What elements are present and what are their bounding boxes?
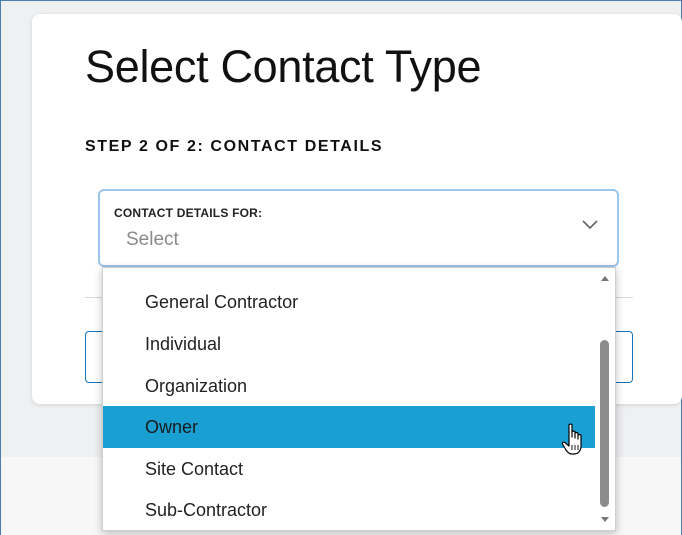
select-placeholder: Select	[126, 229, 179, 250]
dropdown-scrollbar[interactable]	[595, 268, 615, 530]
chevron-down-icon[interactable]	[581, 219, 599, 231]
option-organization[interactable]: Organization	[103, 365, 596, 407]
step-indicator: STEP 2 OF 2: CONTACT DETAILS	[85, 138, 384, 155]
scroll-up-icon[interactable]	[601, 276, 609, 281]
option-owner[interactable]: Owner	[103, 406, 596, 448]
option-general-contractor[interactable]: General Contractor	[103, 281, 596, 323]
dialog-title: Select Contact Type	[85, 41, 482, 92]
option-site-contact[interactable]: Site Contact	[103, 448, 596, 490]
scroll-down-icon[interactable]	[601, 517, 609, 522]
scrollbar-thumb[interactable]	[600, 340, 609, 507]
select-label: CONTACT DETAILS FOR:	[114, 206, 263, 220]
contact-type-dropdown[interactable]: General Contractor Individual Organizati…	[102, 267, 616, 531]
hand-cursor-icon	[561, 423, 582, 455]
option-individual[interactable]: Individual	[103, 323, 596, 365]
contact-details-select[interactable]: CONTACT DETAILS FOR: Select	[98, 189, 619, 267]
option-sub-contractor[interactable]: Sub-Contractor	[103, 489, 596, 530]
